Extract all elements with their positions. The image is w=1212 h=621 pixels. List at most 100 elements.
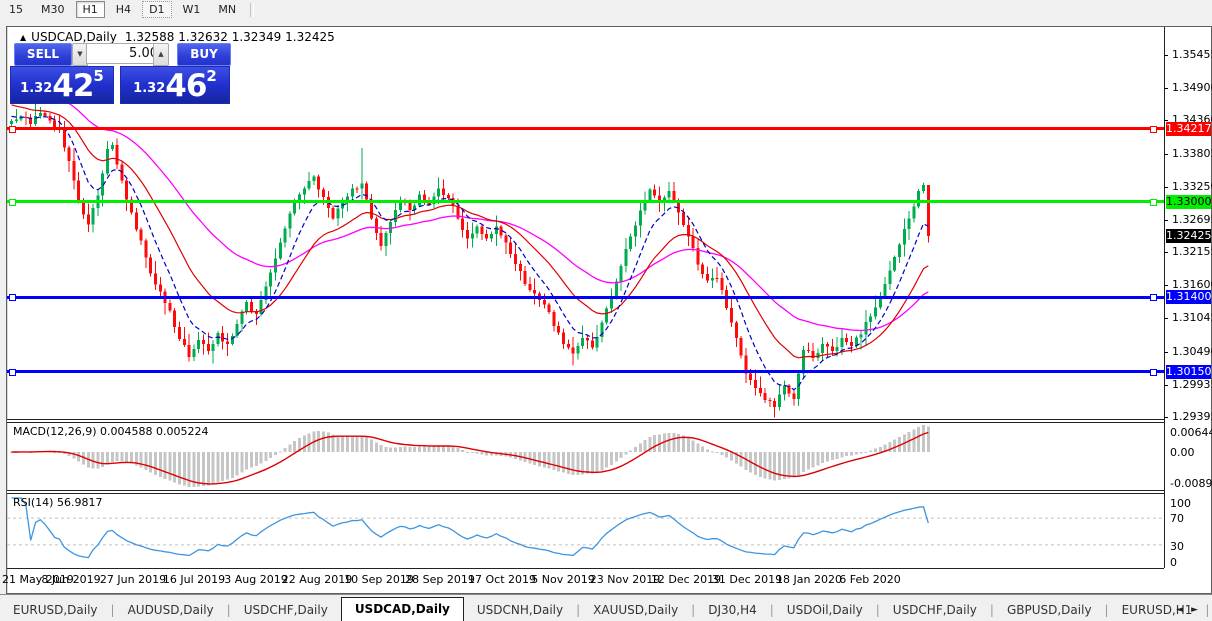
chart-tab-usdcnh[interactable]: USDCNH,Daily	[464, 599, 576, 621]
chart-tab-xauusd[interactable]: XAUUSD,Daily	[580, 599, 691, 621]
volume-increase-button[interactable]: ▲	[153, 43, 169, 66]
candle-body	[586, 338, 589, 341]
macd-histogram-bar	[687, 438, 690, 452]
candle-body	[860, 334, 863, 337]
macd-histogram-bar	[188, 452, 191, 487]
tabs-scroll-left-icon[interactable]: ◄	[1176, 605, 1191, 615]
macd-histogram-bar	[927, 426, 930, 452]
candle-body	[154, 273, 157, 284]
date-axis-label: 3 Aug 2019	[224, 573, 287, 586]
macd-signal-line	[12, 433, 929, 484]
macd-histogram-bar	[528, 452, 531, 464]
timeframe-button-mn[interactable]: MN	[211, 1, 243, 18]
timeframe-button-m30[interactable]: M30	[34, 1, 72, 18]
chart-tab-audusd[interactable]: AUDUSD,Daily	[115, 599, 227, 621]
chart-tab-dj30[interactable]: DJ30,H4	[695, 599, 770, 621]
candle-body	[87, 214, 90, 224]
line-anchor-handle[interactable]	[9, 199, 16, 206]
candle-body	[711, 278, 714, 281]
macd-histogram-bar	[912, 429, 915, 452]
candle-body	[140, 229, 143, 240]
candle-body	[533, 290, 536, 294]
price-axis-label: 1.33250	[1172, 180, 1212, 193]
macd-histogram-bar	[692, 440, 695, 452]
candle-body	[792, 394, 795, 399]
macd-histogram-bar	[365, 438, 368, 452]
buy-price-big: 46	[165, 71, 206, 101]
chart-tab-usdoil[interactable]: USDOil,Daily	[774, 599, 876, 621]
timeframe-button-w1[interactable]: W1	[176, 1, 208, 18]
candle-body	[519, 264, 522, 271]
timeframe-button-h1[interactable]: H1	[76, 1, 105, 18]
chart-tab-usdcad-active[interactable]: USDCAD,Daily	[341, 597, 464, 621]
rsi-axis-label: 0	[1170, 556, 1177, 569]
horizontal-line-object[interactable]	[7, 127, 1164, 130]
macd-histogram-bar	[730, 452, 733, 460]
horizontal-line-object[interactable]	[7, 370, 1164, 373]
macd-histogram-bar	[557, 452, 560, 471]
horizontal-line-object[interactable]	[7, 200, 1164, 203]
volume-input[interactable]: 5.00	[86, 43, 163, 64]
date-axis-label: 12 Dec 2019	[651, 573, 721, 586]
candle-body	[476, 227, 479, 234]
macd-axis-label: 0.00	[1170, 446, 1195, 459]
timeframe-button-d1[interactable]: D1	[142, 1, 171, 18]
macd-histogram-bar	[264, 452, 267, 461]
macd-histogram-bar	[389, 448, 392, 452]
rsi-panel-canvas[interactable]	[7, 494, 1164, 568]
macd-histogram-bar	[293, 441, 296, 452]
line-anchor-handle[interactable]	[1150, 199, 1157, 206]
macd-histogram-bar	[821, 452, 824, 463]
chart-tab-usdchf[interactable]: USDCHF,Daily	[231, 599, 341, 621]
chart-tab-usdchf[interactable]: USDCHF,Daily	[880, 599, 990, 621]
macd-histogram-bar	[600, 452, 603, 470]
chart-tab-gbpusd[interactable]: GBPUSD,Daily	[994, 599, 1105, 621]
macd-histogram-bar	[788, 452, 791, 478]
sell-price-display[interactable]: 1.32425	[10, 66, 114, 104]
macd-histogram-bar	[255, 452, 258, 466]
candle-body	[524, 271, 527, 284]
rsi-label: RSI(14) 56.9817	[13, 496, 102, 509]
sell-button[interactable]: SELL	[14, 43, 72, 66]
buy-price-display[interactable]: 1.32462	[120, 66, 230, 104]
candle-body	[221, 333, 224, 342]
macd-histogram-bar	[759, 452, 762, 477]
timeframe-button-h4[interactable]: H4	[109, 1, 138, 18]
chart-tab-eurusd[interactable]: EURUSD,Daily	[0, 599, 111, 621]
macd-histogram-bar	[850, 452, 853, 456]
date-axis-label: 6 Feb 2020	[839, 573, 900, 586]
line-anchor-handle[interactable]	[9, 126, 16, 133]
macd-histogram-bar	[154, 452, 157, 475]
price-axis-label: 1.32155	[1172, 245, 1212, 258]
buy-button[interactable]: BUY	[177, 43, 231, 66]
candle-body	[308, 181, 311, 188]
macd-histogram-bar	[106, 452, 109, 464]
macd-histogram-bar	[471, 452, 474, 453]
line-anchor-handle[interactable]	[9, 369, 16, 376]
candle-body	[10, 121, 13, 124]
horizontal-line-object[interactable]	[7, 296, 1164, 299]
candle-body	[490, 234, 493, 239]
macd-histogram-bar	[380, 445, 383, 452]
line-anchor-handle[interactable]	[1150, 126, 1157, 133]
candle-body	[365, 184, 368, 200]
candle-body	[466, 230, 469, 239]
candle-body	[836, 347, 839, 351]
candle-body	[250, 302, 253, 311]
collapse-panel-icon[interactable]: ▲	[20, 33, 26, 42]
candle-body	[135, 212, 138, 229]
ma-medium-line	[12, 105, 929, 358]
candle-body	[461, 218, 464, 230]
line-anchor-handle[interactable]	[1150, 369, 1157, 376]
macd-histogram-bar	[562, 452, 565, 473]
candle-body	[144, 240, 147, 257]
macd-histogram-bar	[773, 452, 776, 481]
macd-histogram-bar	[538, 452, 541, 466]
tabs-scroll-right-icon[interactable]: ►	[1191, 605, 1206, 615]
timeframe-button-15[interactable]: 15	[2, 1, 30, 18]
macd-histogram-bar	[442, 446, 445, 452]
candle-body	[245, 302, 248, 312]
line-anchor-handle[interactable]	[1150, 294, 1157, 301]
macd-histogram-bar	[375, 442, 378, 452]
line-anchor-handle[interactable]	[9, 294, 16, 301]
